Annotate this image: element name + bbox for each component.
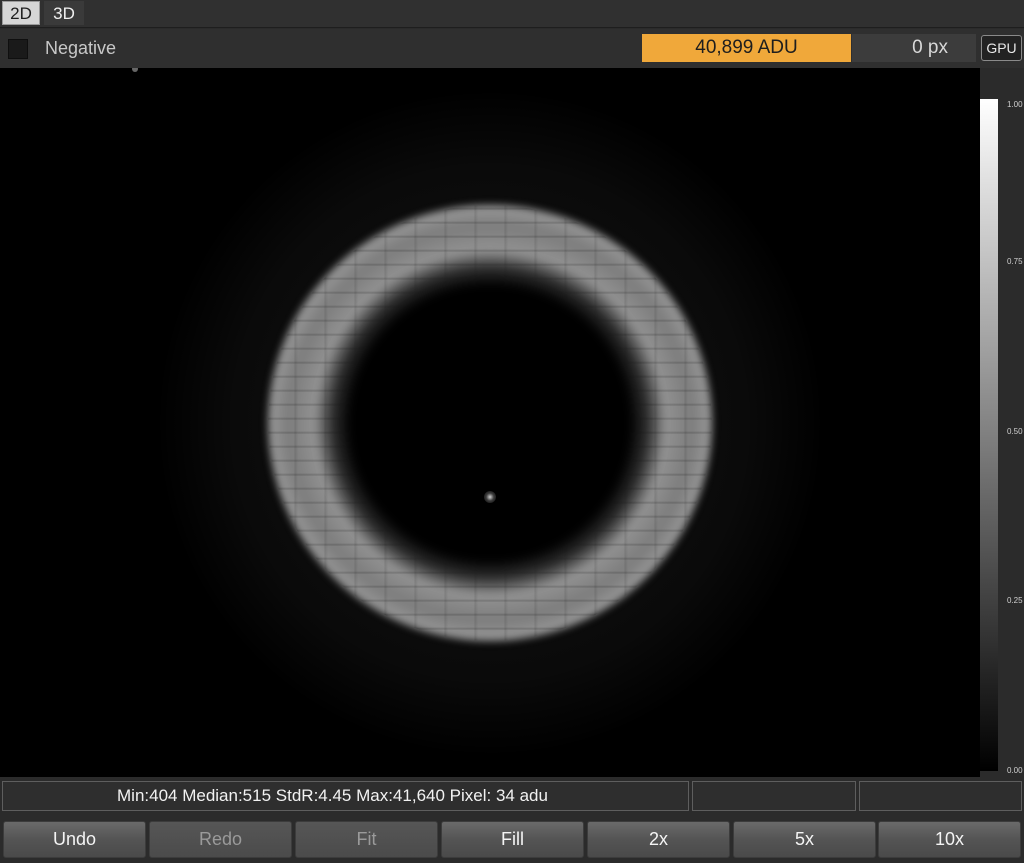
undo-button[interactable]: Undo (3, 821, 146, 858)
status-bar: Min:404 Median:515 StdR:4.45 Max:41,640 … (0, 777, 1024, 814)
zoom-10x-button[interactable]: 10x (878, 821, 1021, 858)
colorbar: 1.00 0.75 0.50 0.25 0.00 (980, 68, 1024, 777)
negative-checkbox[interactable] (8, 39, 28, 59)
fit-button[interactable]: Fit (295, 821, 438, 858)
view-mode-tabs: 2D 3D (0, 0, 1024, 28)
pixel-readout: 0 px (852, 34, 976, 62)
colorbar-tick: 0.00 (1007, 766, 1023, 775)
colorbar-tick: 0.75 (1007, 257, 1023, 266)
colorbar-tick: 0.25 (1007, 596, 1023, 605)
image-viewport[interactable] (0, 68, 980, 777)
colorbar-gradient (980, 99, 998, 771)
tab-2d[interactable]: 2D (2, 1, 40, 25)
zoom-5x-button[interactable]: 5x (733, 821, 876, 858)
adu-readout: 40,899 ADU (642, 34, 851, 62)
zoom-2x-button[interactable]: 2x (587, 821, 730, 858)
status-cell-2 (692, 781, 856, 811)
redo-button[interactable]: Redo (149, 821, 292, 858)
status-cell-3 (859, 781, 1022, 811)
gpu-button[interactable]: GPU (981, 35, 1022, 61)
tab-3d[interactable]: 3D (44, 1, 84, 25)
negative-label: Negative (45, 38, 117, 58)
fill-button[interactable]: Fill (441, 821, 584, 858)
colorbar-tick: 1.00 (1007, 100, 1023, 109)
colorbar-tick: 0.50 (1007, 427, 1023, 436)
position-marker (132, 68, 138, 72)
zoom-button-row: Undo Redo Fit Fill 2x 5x 10x (0, 818, 1024, 863)
statistics-panel: Min:404 Median:515 StdR:4.45 Max:41,640 … (2, 781, 689, 811)
image-toolbar: Negative 40,899 ADU 0 px GPU (0, 29, 1024, 68)
statistics-text: Min:404 Median:515 StdR:4.45 Max:41,640 … (117, 786, 548, 805)
